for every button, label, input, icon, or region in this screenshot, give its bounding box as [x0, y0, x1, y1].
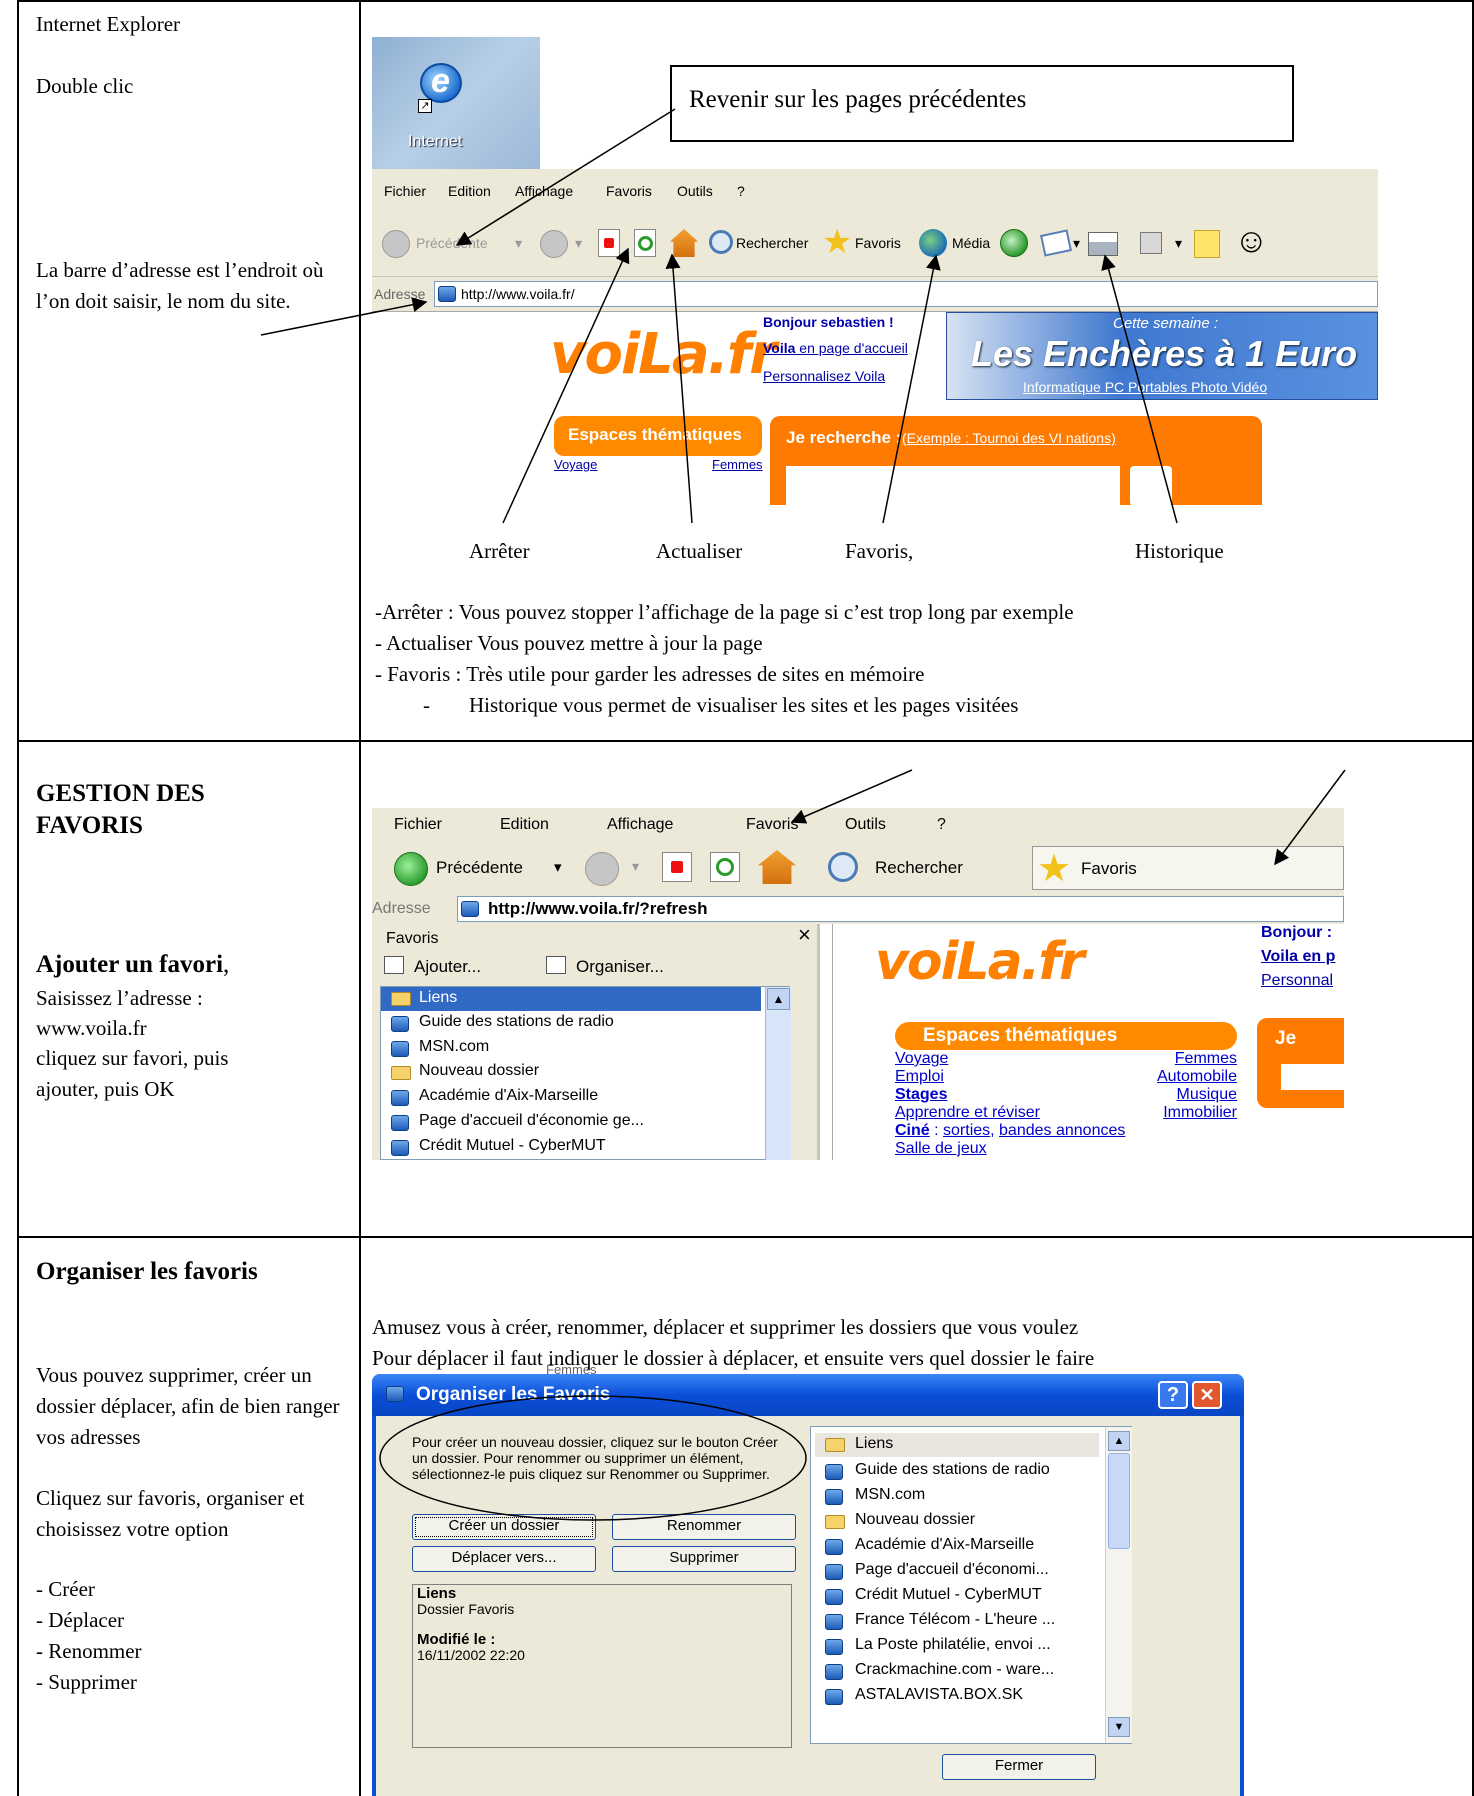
button-highlight-ellipse: [379, 1395, 807, 1521]
explanation-actualiser: - Actualiser Vous pouvez mettre à jour l…: [375, 631, 763, 655]
label-favoris: Favoris,: [845, 539, 914, 563]
label-historique: Historique: [1135, 539, 1224, 563]
section3-instruction-2: Pour déplacer il faut indiquer le dossie…: [372, 1346, 1095, 1370]
label-actualiser: Actualiser: [656, 539, 743, 563]
annotation-arrows-2: [790, 769, 1346, 866]
explanation-history-dash: -: [423, 693, 430, 717]
explanation-historique: Historique vous permet de visualiser les…: [469, 693, 1019, 717]
label-arreter: Arrêter: [469, 539, 530, 563]
explanation-arreter: -Arrêter : Vous pouvez stopper l’afficha…: [375, 600, 1074, 624]
explanation-favoris: - Favoris : Très utile pour garder les a…: [375, 662, 925, 686]
